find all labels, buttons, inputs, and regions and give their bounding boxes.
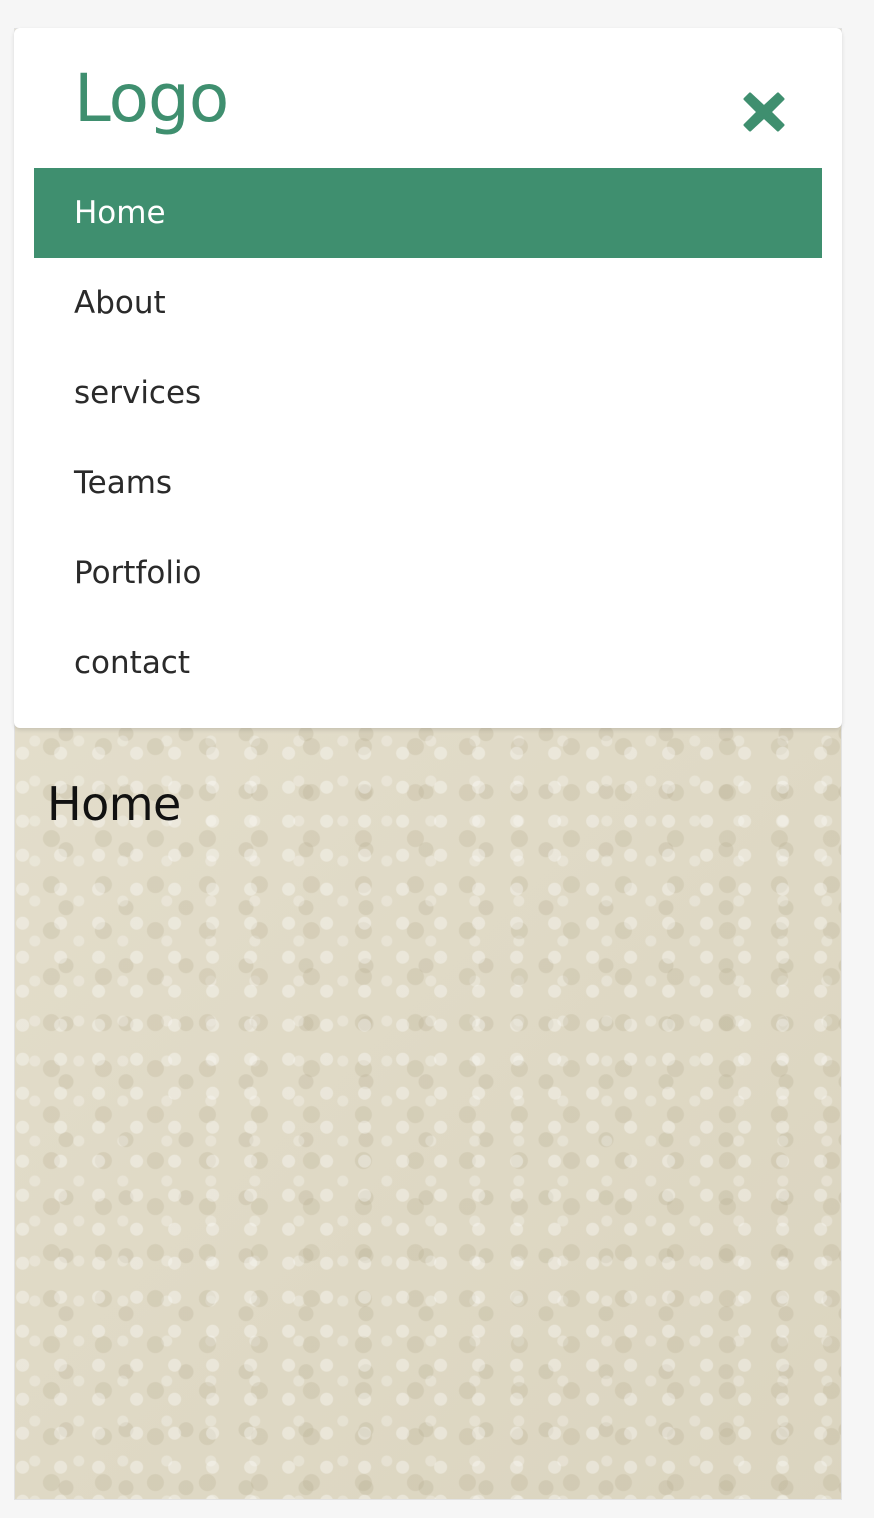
close-menu-button[interactable] xyxy=(738,86,790,138)
nav-item-about[interactable]: About xyxy=(34,258,822,348)
logo[interactable]: Logo xyxy=(74,66,229,132)
mobile-nav-menu: Logo Home About services Teams Portfolio… xyxy=(14,28,842,728)
nav-list: Home About services Teams Portfolio cont… xyxy=(34,168,822,708)
nav-item-contact[interactable]: contact xyxy=(34,618,822,708)
nav-item-services[interactable]: services xyxy=(34,348,822,438)
close-icon xyxy=(742,90,786,134)
page-title: Home xyxy=(47,777,181,831)
nav-item-home[interactable]: Home xyxy=(34,168,822,258)
nav-item-portfolio[interactable]: Portfolio xyxy=(34,528,822,618)
nav-item-teams[interactable]: Teams xyxy=(34,438,822,528)
